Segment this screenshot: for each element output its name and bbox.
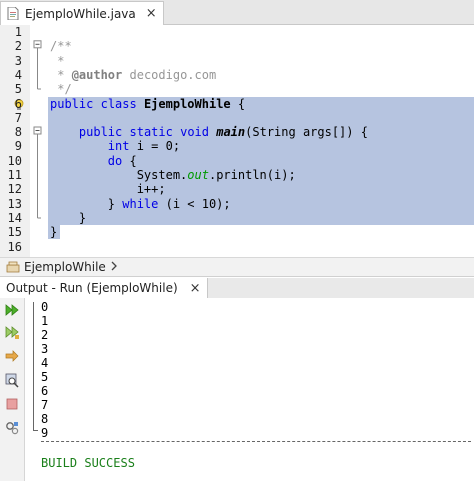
editor-tab-strip: EjemploWhile.java × bbox=[0, 0, 474, 25]
line-number: 8 bbox=[14, 125, 22, 140]
stop-icon[interactable] bbox=[4, 396, 20, 412]
code-line: 10 do { bbox=[0, 153, 474, 168]
code-line: 8 public static void main(String args[])… bbox=[0, 125, 474, 140]
rerun-with-params-icon[interactable] bbox=[4, 324, 20, 340]
line-number: 1 bbox=[14, 25, 22, 39]
line-number: 4 bbox=[14, 67, 22, 82]
code-line: 5 */ bbox=[0, 82, 474, 96]
line-number: 10 bbox=[7, 153, 22, 168]
build-status: BUILD SUCCESS bbox=[41, 456, 135, 470]
options-icon[interactable] bbox=[4, 420, 20, 436]
code-text: * @author decodigo.com bbox=[50, 67, 217, 82]
separator-line bbox=[41, 441, 471, 442]
code-text: i++; bbox=[50, 182, 166, 197]
code-line: 11 System.out.println(i); bbox=[0, 168, 474, 183]
code-line: 2 /** bbox=[0, 39, 474, 53]
output-tab-strip: Output - Run (EjemploWhile) × bbox=[0, 278, 474, 299]
code-editor[interactable]: 1 2 /** 3 * 4 * @author decodigo.com 5 *… bbox=[0, 25, 474, 257]
code-text: public static void main(String args[]) { bbox=[78, 125, 368, 140]
line-number: 13 bbox=[7, 196, 22, 211]
code-text: } bbox=[50, 210, 87, 225]
line-number: 6 bbox=[14, 96, 22, 111]
code-text: public class EjemploWhile { bbox=[50, 96, 246, 111]
code-text: do { bbox=[107, 153, 137, 168]
output-console[interactable]: 0 1 2 3 4 5 6 7 8 9 BUILD SUCCESS bbox=[25, 298, 474, 481]
line-number: 7 bbox=[14, 110, 22, 125]
code-line: 12 i++; bbox=[0, 182, 474, 197]
rerun-icon[interactable] bbox=[4, 302, 20, 318]
line-number: 14 bbox=[7, 210, 22, 225]
editor-tab-label: EjemploWhile.java bbox=[25, 6, 136, 21]
line-number: 12 bbox=[7, 182, 22, 197]
selection-highlight bbox=[48, 110, 474, 126]
line-number: 9 bbox=[14, 139, 22, 154]
code-line: 4 * @author decodigo.com bbox=[0, 68, 474, 82]
breadcrumb: EjemploWhile bbox=[0, 257, 474, 277]
code-line: 3 * bbox=[0, 54, 474, 68]
line-number: 5 bbox=[14, 82, 22, 97]
output-line: 6 bbox=[41, 384, 49, 398]
code-line: 1 bbox=[0, 25, 474, 39]
output-line: 4 bbox=[41, 356, 49, 370]
output-line: 2 bbox=[41, 328, 49, 342]
output-line: 8 bbox=[41, 412, 49, 426]
output-line: 0 bbox=[41, 300, 49, 314]
output-toolbar bbox=[0, 298, 25, 481]
settings-icon[interactable] bbox=[4, 372, 20, 388]
line-number: 15 bbox=[7, 225, 22, 240]
output-tab[interactable]: Output - Run (EjemploWhile) × bbox=[0, 278, 208, 298]
close-icon[interactable]: × bbox=[190, 281, 201, 296]
selection-highlight bbox=[48, 210, 474, 226]
output-tab-label: Output - Run (EjemploWhile) bbox=[6, 281, 178, 295]
arrow-right-icon[interactable] bbox=[4, 348, 20, 364]
code-line: 16 bbox=[0, 240, 474, 254]
code-text: /** bbox=[50, 39, 72, 54]
code-text: */ bbox=[50, 82, 72, 97]
code-text: int i = 0; bbox=[107, 139, 181, 154]
class-icon bbox=[6, 261, 20, 273]
output-fold-bracket bbox=[33, 302, 38, 431]
code-text: System.out.println(i); bbox=[50, 168, 296, 182]
code-line: 15 } bbox=[0, 225, 474, 240]
close-icon[interactable]: × bbox=[146, 6, 157, 21]
line-number: 11 bbox=[7, 168, 22, 182]
output-line: 7 bbox=[41, 398, 49, 412]
java-file-icon bbox=[7, 7, 19, 20]
line-number: 3 bbox=[14, 53, 22, 68]
code-line: 9 int i = 0; bbox=[0, 139, 474, 154]
line-number: 16 bbox=[7, 239, 22, 254]
code-text: } while (i < 10); bbox=[50, 196, 231, 211]
breadcrumb-item-class[interactable]: EjemploWhile bbox=[24, 260, 106, 274]
output-line: 9 bbox=[41, 426, 49, 440]
output-line: 5 bbox=[41, 370, 49, 384]
line-number: 2 bbox=[14, 39, 22, 54]
chevron-right-icon[interactable] bbox=[110, 260, 118, 274]
code-line: 7 bbox=[0, 110, 474, 126]
editor-tab-ejemplowhile[interactable]: EjemploWhile.java × bbox=[0, 1, 164, 25]
code-text: } bbox=[50, 225, 58, 240]
code-line: 14 } bbox=[0, 210, 474, 226]
code-text: * bbox=[50, 53, 65, 68]
output-line: 1 bbox=[41, 314, 49, 328]
code-line: 13 } while (i < 10); bbox=[0, 196, 474, 211]
output-line: 3 bbox=[41, 342, 49, 356]
code-line: 6 public class EjemploWhile { bbox=[0, 96, 474, 111]
